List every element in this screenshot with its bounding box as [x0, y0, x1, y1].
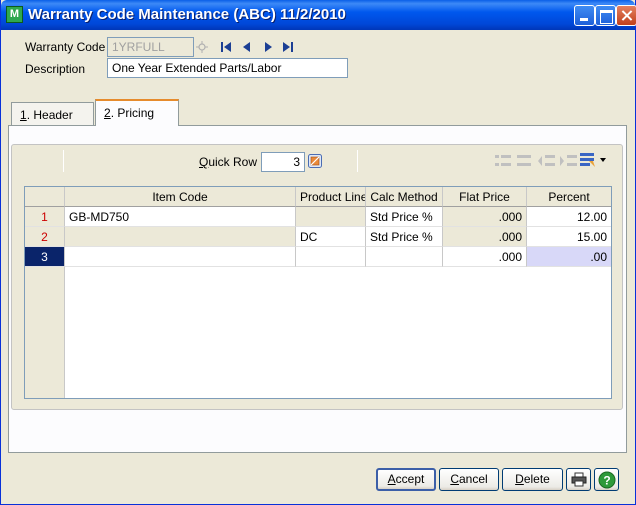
toolbar-separator — [63, 150, 64, 172]
warranty-code-label: Warranty Code — [25, 40, 106, 54]
product-line-cell[interactable] — [296, 207, 366, 227]
pricing-grid[interactable]: Item Code Product Line Calc Method Flat … — [24, 186, 612, 399]
flat-price-cell[interactable]: .000 — [443, 227, 527, 247]
column-header-flat-price[interactable]: Flat Price — [443, 187, 527, 207]
quick-row-label: Quick Row — [199, 155, 257, 169]
tab-pricing-label: . Pricing — [110, 106, 155, 120]
cancel-label: ancel — [458, 472, 488, 486]
printer-icon — [571, 472, 587, 487]
grid-corner — [25, 187, 65, 207]
maximize-button[interactable] — [595, 5, 616, 26]
column-header-percent[interactable]: Percent — [527, 187, 611, 207]
previous-record-icon[interactable] — [241, 41, 253, 53]
row-number[interactable]: 1 — [25, 207, 65, 227]
calc-method-cell[interactable]: Std Price % — [366, 207, 443, 227]
accept-mnemonic: A — [387, 472, 396, 486]
column-header-calc-method[interactable]: Calc Method — [366, 187, 443, 207]
svg-text:?: ? — [603, 474, 610, 488]
help-button[interactable]: ? — [594, 468, 619, 491]
app-icon: M — [6, 6, 23, 23]
print-button[interactable] — [566, 468, 591, 491]
first-record-icon[interactable] — [220, 41, 232, 53]
minimize-button[interactable] — [574, 5, 595, 26]
warranty-code-window: M Warranty Code Maintenance (ABC) 11/2/2… — [0, 0, 636, 505]
move-row-up-icon[interactable] — [537, 153, 557, 169]
tab-header-mnemonic: 1 — [20, 108, 27, 122]
quick-row-label-text: uick Row — [208, 155, 258, 169]
delete-mnemonic: D — [515, 472, 524, 486]
close-button[interactable] — [616, 5, 636, 26]
insert-row-icon[interactable] — [493, 153, 513, 169]
product-line-cell[interactable]: DC — [296, 227, 366, 247]
tab-pricing[interactable]: 2. Pricing — [95, 99, 179, 126]
quick-row-lookup-icon[interactable] — [308, 154, 322, 168]
toolbar-separator — [357, 150, 358, 172]
quick-row-input[interactable]: 3 — [261, 152, 305, 172]
title-bar[interactable]: M Warranty Code Maintenance (ABC) 11/2/2… — [1, 0, 636, 30]
help-icon: ? — [598, 471, 616, 489]
description-label: Description — [25, 62, 86, 76]
tab-header[interactable]: 1. Header — [11, 102, 94, 126]
tab-header-label: . Header — [26, 108, 73, 122]
flat-price-cell[interactable]: .000 — [443, 247, 527, 267]
percent-cell[interactable]: 12.00 — [527, 207, 611, 227]
cancel-mnemonic: C — [450, 472, 459, 486]
product-line-cell[interactable] — [296, 247, 366, 267]
item-code-cell[interactable]: GB-MD750 — [65, 207, 296, 227]
description-field[interactable]: One Year Extended Parts/Labor — [107, 58, 348, 78]
grid-customize-icon[interactable] — [579, 151, 607, 169]
item-code-cell[interactable] — [65, 227, 296, 247]
quick-row-mnemonic: Q — [199, 155, 209, 169]
delete-row-icon[interactable] — [515, 153, 535, 169]
row-number[interactable]: 3 — [25, 247, 65, 267]
next-record-icon[interactable] — [262, 41, 274, 53]
accept-label: ccept — [395, 472, 425, 486]
move-row-down-icon[interactable] — [559, 153, 579, 169]
delete-button[interactable]: Delete — [502, 468, 563, 491]
window-title: Warranty Code Maintenance (ABC) 11/2/201… — [28, 6, 346, 23]
item-code-cell[interactable] — [65, 247, 296, 267]
accept-button[interactable]: Accept — [376, 468, 436, 491]
warranty-code-field[interactable]: 1YRFULL — [107, 37, 194, 57]
row-number[interactable]: 2 — [25, 227, 65, 247]
column-header-item-code[interactable]: Item Code — [65, 187, 296, 207]
cancel-button[interactable]: Cancel — [439, 468, 499, 491]
calc-method-cell[interactable]: Std Price % — [366, 227, 443, 247]
percent-cell[interactable]: 15.00 — [527, 227, 611, 247]
delete-label: elete — [523, 472, 550, 486]
lookup-icon[interactable] — [196, 41, 208, 53]
percent-cell[interactable]: .00 — [527, 247, 611, 267]
last-record-icon[interactable] — [282, 41, 294, 53]
tab-pricing-mnemonic: 2 — [104, 106, 111, 120]
column-header-product-line[interactable]: Product Line — [296, 187, 366, 207]
calc-method-cell[interactable] — [366, 247, 443, 267]
flat-price-cell[interactable]: .000 — [443, 207, 527, 227]
